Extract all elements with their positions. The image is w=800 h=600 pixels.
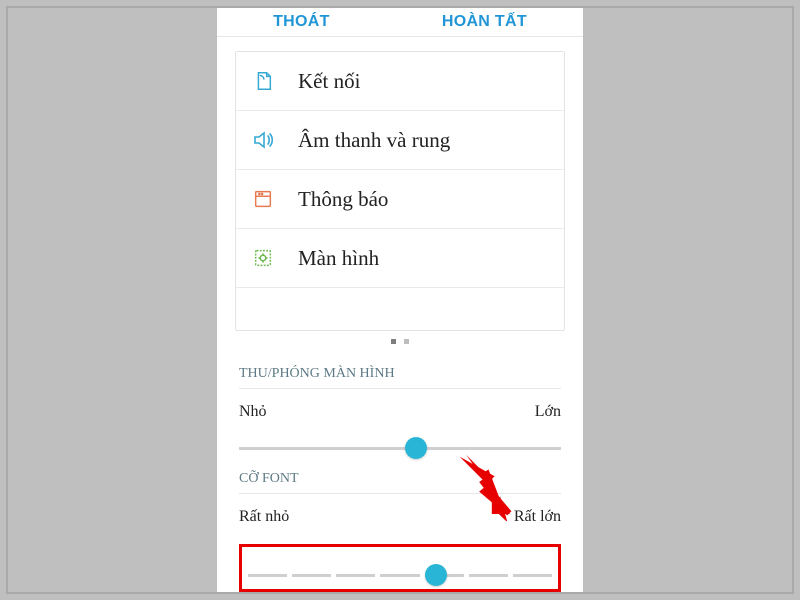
list-item-label: Kết nối [298, 69, 360, 94]
font-min-label: Rất nhỏ [239, 508, 289, 526]
font-max-label: Rất lớn [514, 508, 561, 526]
annotation-arrow-icon [447, 451, 517, 521]
outer-frame: THOÁT HOÀN TẤT Kết nối Âm thanh và rung [6, 6, 794, 594]
zoom-minmax-labels: Nhỏ Lớn [239, 403, 561, 421]
slider-track [239, 447, 561, 450]
slider-thumb[interactable] [425, 564, 447, 586]
cancel-button[interactable]: THOÁT [273, 13, 330, 31]
zoom-section: THU/PHÓNG MÀN HÌNH Nhỏ Lớn [217, 356, 583, 461]
done-button[interactable]: HOÀN TẤT [442, 13, 527, 31]
settings-preview-card: Kết nối Âm thanh và rung Thông báo [235, 51, 565, 331]
list-item-label: Âm thanh và rung [298, 128, 450, 153]
phone-screen: THOÁT HOÀN TẤT Kết nối Âm thanh và rung [216, 8, 584, 592]
connection-icon [250, 68, 276, 94]
list-item-display[interactable]: Màn hình [236, 229, 564, 288]
page-dot-active [391, 339, 396, 344]
font-section: CỠ FONT Rất nhỏ Rất lớn [217, 461, 583, 592]
font-slider-highlight [239, 544, 561, 592]
list-item-label: Màn hình [298, 246, 379, 271]
list-item-notifications[interactable]: Thông báo [236, 170, 564, 229]
slider-track [248, 574, 552, 577]
zoom-max-label: Lớn [535, 403, 561, 421]
list-item-connection[interactable]: Kết nối [236, 52, 564, 111]
list-item-overflow[interactable]: x [236, 288, 564, 330]
font-slider[interactable] [248, 565, 552, 585]
page-dot [404, 339, 409, 344]
sound-icon [250, 127, 276, 153]
list-item-label: Thông báo [298, 187, 388, 212]
placeholder-icon [250, 296, 276, 322]
display-icon [250, 245, 276, 271]
zoom-min-label: Nhỏ [239, 403, 267, 421]
slider-thumb[interactable] [405, 437, 427, 459]
page-indicator [217, 339, 583, 344]
notification-icon [250, 186, 276, 212]
list-item-sound[interactable]: Âm thanh và rung [236, 111, 564, 170]
top-action-bar: THOÁT HOÀN TẤT [217, 8, 583, 37]
zoom-section-title: THU/PHÓNG MÀN HÌNH [239, 366, 561, 389]
